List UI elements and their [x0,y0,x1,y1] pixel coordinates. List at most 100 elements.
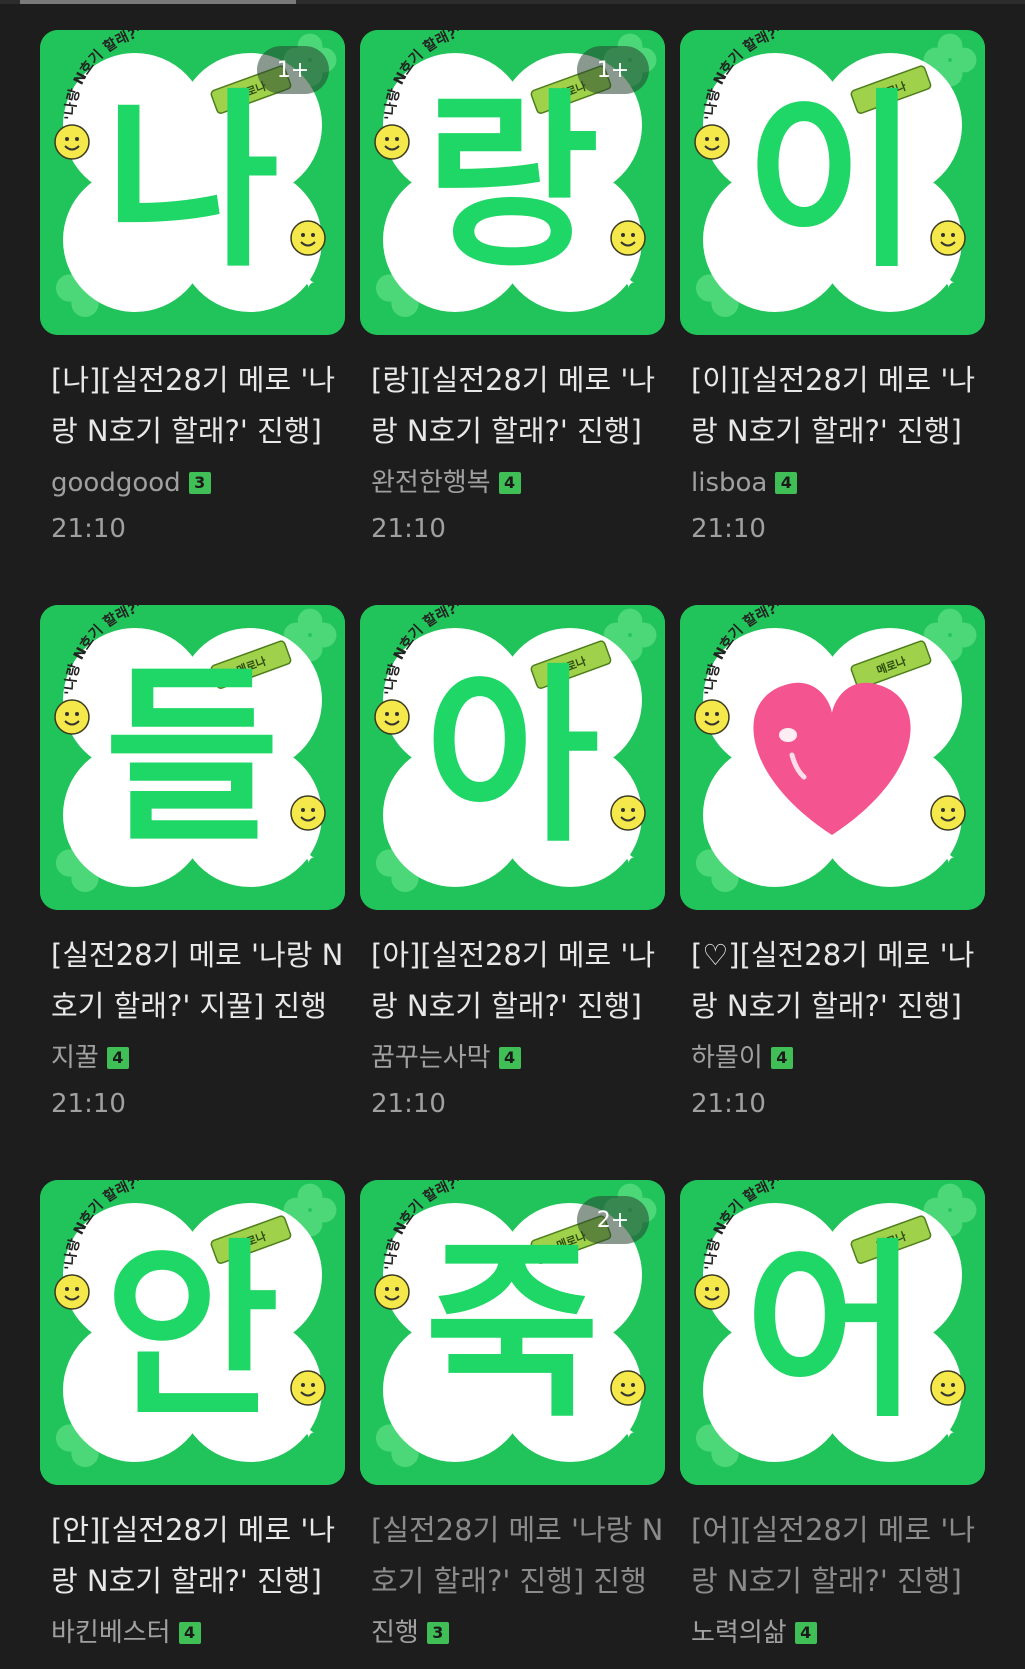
thumbnail-glyph: 어 [745,1222,920,1443]
post-card[interactable]: 메로 '나랑 N호기 할래?'메로나✦어 [어][실전28기 메로 '나랑 N호… [680,1180,985,1669]
post-card[interactable]: 메로 '나랑 N호기 할래?'메로나✦나1+ [나][실전28기 메로 '나랑 … [40,30,345,597]
thumbnail-art: 메로 '나랑 N호기 할래?'메로나✦이 [680,30,985,335]
post-title[interactable]: [아][실전28기 메로 '나랑 N호기 할래?' 진행] [360,930,665,1032]
post-title-text: [이][실전28기 메로 '나랑 N호기 할래?' 진행] [691,363,976,448]
thumbnail-glyph: 랑 [425,72,600,293]
post-time: 21:10 [691,514,766,544]
smiley-icon [374,1274,410,1310]
thumbnail-glyph: 아 [425,647,600,868]
post-title-text: [♡][실전28기 메로 '나랑 N호기 할래?' 진행] [691,938,975,1023]
author-name: 진행 [371,1618,419,1648]
post-title[interactable]: [이][실전28기 메로 '나랑 N호기 할래?' 진행] [680,355,985,457]
post-thumbnail[interactable]: 메로 '나랑 N호기 할래?'메로나✦랑1+ [360,30,665,335]
post-title[interactable]: [♡][실전28기 메로 '나랑 N호기 할래?' 진행] [680,930,985,1032]
post-author[interactable]: 완전한행복 4 [360,463,665,503]
post-time: 21:10 [51,1089,126,1119]
post-title-text: [랑][실전28기 메로 '나랑 N호기 할래?' 진행] [371,363,656,448]
post-author[interactable]: 꿈꾸는사막 4 [360,1038,665,1078]
top-tab-indicator-track [0,0,1025,4]
smiley-icon [694,699,730,735]
post-thumbnail[interactable]: 메로 '나랑 N호기 할래?'메로나✦안 [40,1180,345,1485]
member-level-badge: 4 [775,472,798,494]
member-level-badge: 4 [498,1047,521,1069]
post-author[interactable]: lisboa 4 [680,463,985,503]
smiley-icon [694,1274,730,1310]
sparkle-icon: ✦ [942,1423,955,1442]
post-card[interactable]: 메로 '나랑 N호기 할래?'메로나✦안 [안][실전28기 메로 '나랑 N호… [40,1180,345,1669]
post-card[interactable]: 메로 '나랑 N호기 할래?'메로나✦아 [아][실전28기 메로 '나랑 N호… [360,605,665,1172]
thumbnail-glyph: 나 [105,72,280,293]
smiley-icon [930,1370,966,1406]
sparkle-icon: ✦ [302,848,315,867]
post-time: 21:10 [51,514,126,544]
smiley-icon [374,124,410,160]
post-author[interactable]: 지꿀 4 [40,1038,345,1078]
sparkle-icon: ✦ [622,848,635,867]
member-level-badge: 3 [426,1622,449,1644]
thumbnail-art: 메로 '나랑 N호기 할래?'메로나✦안 [40,1180,345,1485]
post-card[interactable]: 메로 '나랑 N호기 할래?'메로나✦이 [이][실전28기 메로 '나랑 N호… [680,30,985,597]
smiley-icon [54,1274,90,1310]
comment-count-badge: 1+ [257,46,329,94]
smiley-icon [694,124,730,160]
post-thumbnail[interactable]: 메로 '나랑 N호기 할래?'메로나✦죽2+ [360,1180,665,1485]
post-grid: 메로 '나랑 N호기 할래?'메로나✦나1+ [나][실전28기 메로 '나랑 … [40,30,985,1669]
post-title[interactable]: [안][실전28기 메로 '나랑 N호기 할래?' 진행] [40,1505,345,1607]
member-level-badge: 3 [188,472,211,494]
author-name: 꿈꾸는사막 [371,1043,491,1073]
post-thumbnail[interactable]: 메로 '나랑 N호기 할래?'메로나✦ [680,605,985,910]
post-title[interactable]: [랑][실전28기 메로 '나랑 N호기 할래?' 진행] [360,355,665,457]
author-name: 완전한행복 [371,468,491,498]
post-title-text: [실전28기 메로 '나랑 N호기 할래?' 지꿀] 진행 [51,938,344,1023]
thumbnail-glyph: 안 [105,1222,280,1443]
post-thumbnail[interactable]: 메로 '나랑 N호기 할래?'메로나✦이 [680,30,985,335]
post-thumbnail[interactable]: 메로 '나랑 N호기 할래?'메로나✦들 [40,605,345,910]
smiley-icon [374,699,410,735]
post-title[interactable]: [어][실전28기 메로 '나랑 N호기 할래?' 진행] [680,1505,985,1607]
post-card[interactable]: 메로 '나랑 N호기 할래?'메로나✦ [♡][실전28기 메로 '나랑 N호기… [680,605,985,1172]
member-level-badge: 4 [498,472,521,494]
top-tab-indicator [20,0,296,4]
member-level-badge: 4 [770,1047,793,1069]
post-title-text: [아][실전28기 메로 '나랑 N호기 할래?' 진행] [371,938,656,1023]
sparkle-icon: ✦ [942,848,955,867]
sparkle-icon: ✦ [942,273,955,292]
author-name: 하몰이 [691,1043,763,1073]
thumbnail-art: 메로 '나랑 N호기 할래?'메로나✦들 [40,605,345,910]
post-author[interactable]: 바킨베스터 4 [40,1613,345,1653]
post-author[interactable]: 하몰이 4 [680,1038,985,1078]
post-title[interactable]: [실전28기 메로 '나랑 N호기 할래?' 진행] 진행 [360,1505,665,1607]
post-time: 21:10 [371,1089,446,1119]
post-author[interactable]: 진행 3 [360,1613,665,1653]
author-name: lisboa [691,468,768,498]
sparkle-icon: ✦ [622,273,635,292]
smiley-icon [610,220,646,256]
post-thumbnail[interactable]: 메로 '나랑 N호기 할래?'메로나✦나1+ [40,30,345,335]
post-time: 21:10 [691,1089,766,1119]
post-thumbnail[interactable]: 메로 '나랑 N호기 할래?'메로나✦어 [680,1180,985,1485]
thumbnail-glyph: 죽 [425,1222,600,1443]
smiley-icon [54,699,90,735]
comment-count-badge: 1+ [577,46,649,94]
post-title-text: [어][실전28기 메로 '나랑 N호기 할래?' 진행] [691,1513,976,1598]
post-author[interactable]: 노력의삶 4 [680,1613,985,1653]
post-title-text: [나][실전28기 메로 '나랑 N호기 할래?' 진행] [51,363,336,448]
smiley-icon [930,220,966,256]
comment-count-badge: 2+ [577,1196,649,1244]
member-level-badge: 4 [794,1622,817,1644]
sparkle-icon: ✦ [622,1423,635,1442]
post-card[interactable]: 메로 '나랑 N호기 할래?'메로나✦죽2+ [실전28기 메로 '나랑 N호기… [360,1180,665,1669]
thumbnail-art: 메로 '나랑 N호기 할래?'메로나✦ [680,605,985,910]
post-title[interactable]: [실전28기 메로 '나랑 N호기 할래?' 지꿀] 진행 [40,930,345,1032]
sparkle-icon: ✦ [302,1423,315,1442]
smiley-icon [290,795,326,831]
post-title[interactable]: [나][실전28기 메로 '나랑 N호기 할래?' 진행] [40,355,345,457]
post-time: 21:10 [371,514,446,544]
post-card[interactable]: 메로 '나랑 N호기 할래?'메로나✦들 [실전28기 메로 '나랑 N호기 할… [40,605,345,1172]
post-thumbnail[interactable]: 메로 '나랑 N호기 할래?'메로나✦아 [360,605,665,910]
post-card[interactable]: 메로 '나랑 N호기 할래?'메로나✦랑1+ [랑][실전28기 메로 '나랑 … [360,30,665,597]
thumbnail-glyph: 들 [105,647,280,868]
post-author[interactable]: goodgood 3 [40,463,345,503]
smiley-icon [290,1370,326,1406]
member-level-badge: 4 [178,1622,201,1644]
